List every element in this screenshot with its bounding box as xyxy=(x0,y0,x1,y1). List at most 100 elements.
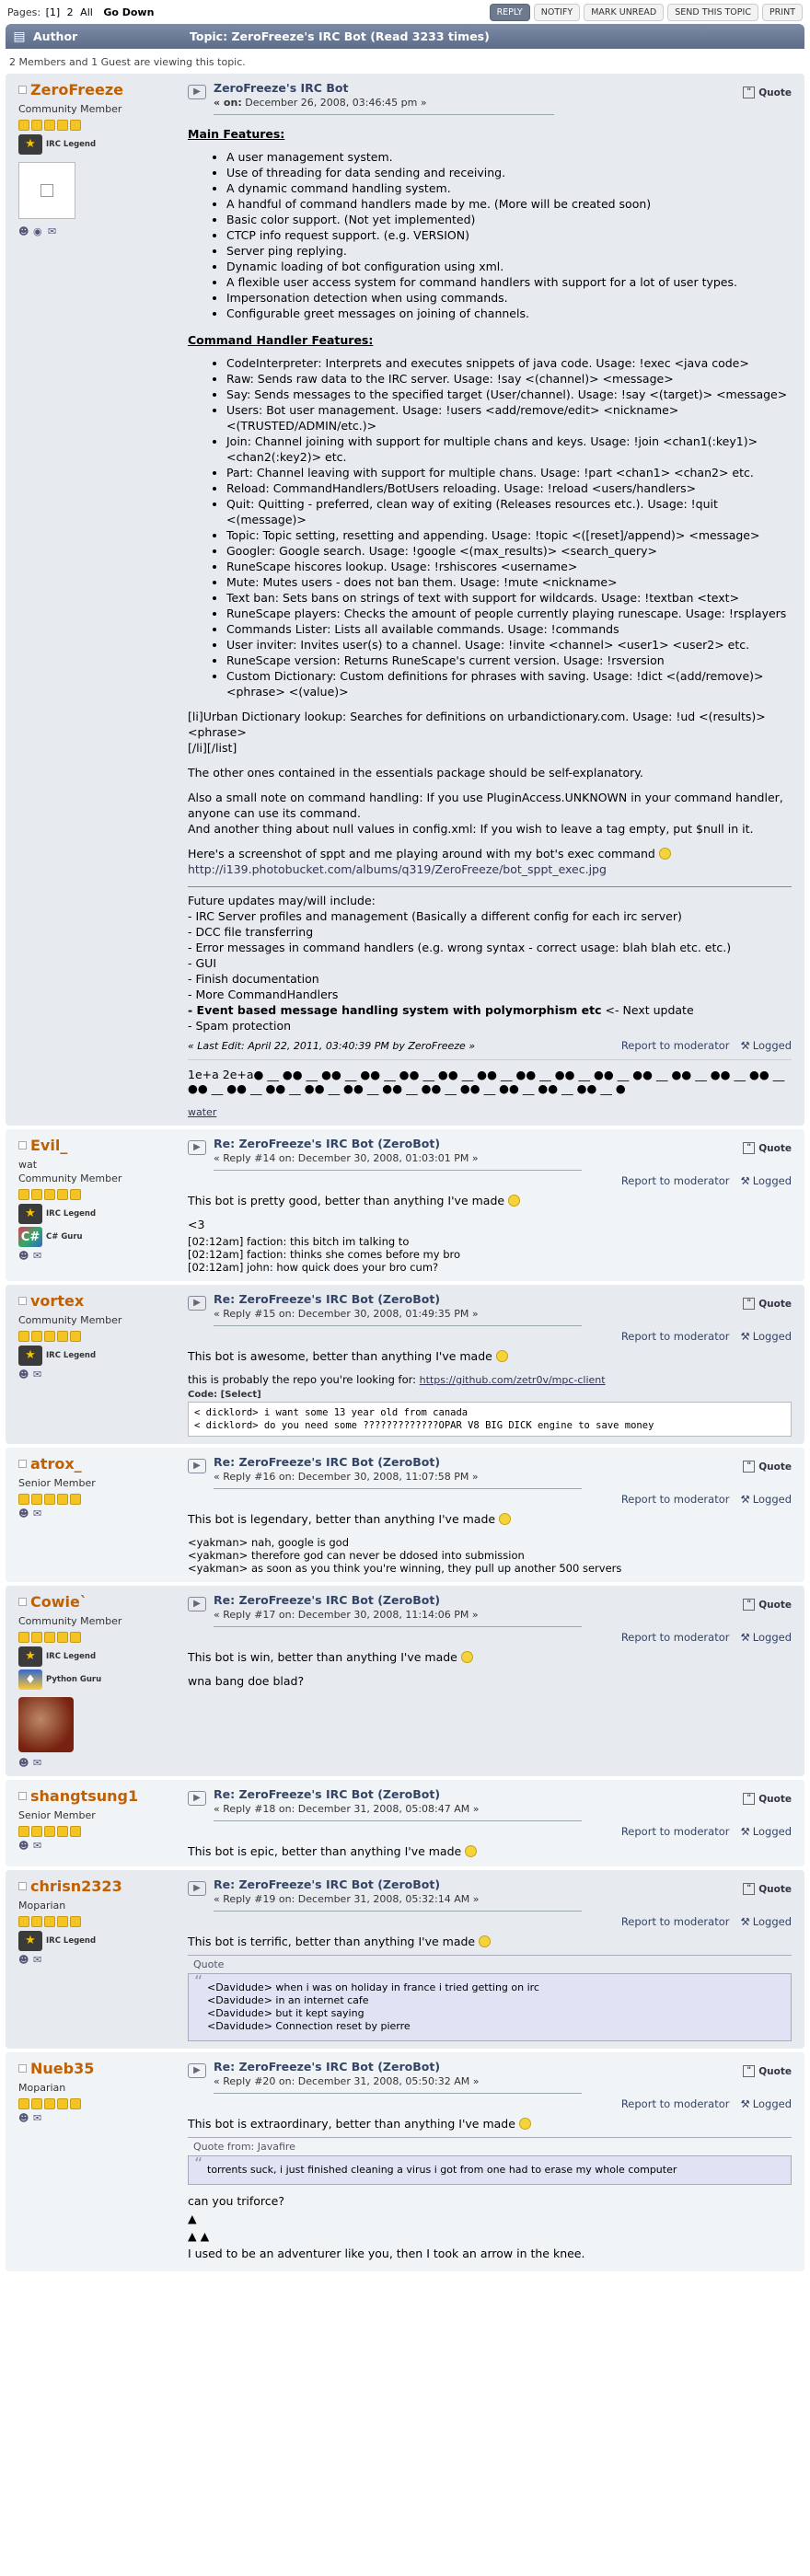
quote-button[interactable]: " Quote xyxy=(743,1793,792,1805)
page-all-link[interactable]: All xyxy=(80,6,93,18)
report-link[interactable]: Report to moderator xyxy=(621,1493,730,1506)
profile-icon[interactable]: ☻ xyxy=(18,1955,29,1966)
handler-item: Custom Dictionary: Custom definitions fo… xyxy=(226,668,792,699)
personal-message-icon[interactable]: ✉ xyxy=(33,1508,44,1519)
content-divider xyxy=(188,886,792,887)
report-link[interactable]: Report to moderator xyxy=(621,1631,730,1644)
poster-name[interactable]: atrox_ xyxy=(30,1455,82,1473)
personal-message-icon[interactable]: ✉ xyxy=(33,1369,44,1380)
profile-icon[interactable]: ☻ xyxy=(18,1251,29,1262)
report-link[interactable]: Report to moderator xyxy=(621,2097,730,2110)
post-title[interactable]: Re: ZeroFreeze's IRC Bot (ZeroBot) xyxy=(214,1593,735,1607)
profile-icon[interactable]: ☻ xyxy=(18,1841,29,1852)
poster-name[interactable]: Evil_ xyxy=(30,1137,67,1154)
quote-button[interactable]: " Quote xyxy=(743,1461,792,1473)
profile-icon[interactable]: ☻ xyxy=(18,226,29,237)
screenshot-text: Here's a screenshot of sppt and me playi… xyxy=(188,847,655,861)
post-title[interactable]: ZeroFreeze's IRC Bot xyxy=(214,81,735,95)
signature-text: 1e+a 2e+a● __ ●● __ ●● __ ●● __ ●● __ ●●… xyxy=(188,1068,785,1095)
poster-name[interactable]: Nueb35 xyxy=(30,2060,94,2077)
poster-rank: Community Member xyxy=(18,1615,122,1627)
notify-button[interactable]: NOTIFY xyxy=(533,3,581,21)
reply-button[interactable]: REPLY xyxy=(489,3,530,21)
quote-icon: " xyxy=(743,1793,756,1805)
star-icon xyxy=(31,2098,42,2109)
quote-button[interactable]: " Quote xyxy=(743,1883,792,1895)
quote-button[interactable]: " Quote xyxy=(743,1298,792,1310)
report-link[interactable]: Report to moderator xyxy=(621,1825,730,1838)
poster-info: Nueb35 Moparian ☻ ✉ xyxy=(6,2052,177,2271)
print-button[interactable]: PRINT xyxy=(761,3,803,21)
avatar xyxy=(18,162,75,219)
poster-name[interactable]: vortex xyxy=(30,1292,84,1310)
feature-item: A dynamic command handling system. xyxy=(226,180,792,196)
poster-rank: Senior Member xyxy=(18,1477,96,1489)
post-title[interactable]: Re: ZeroFreeze's IRC Bot (ZeroBot) xyxy=(214,1455,735,1469)
repo-link[interactable]: https://github.com/zetr0v/mpc-client xyxy=(420,1374,606,1386)
profile-icons: ☻ ✉ xyxy=(18,2113,171,2124)
star-icon xyxy=(70,1632,81,1643)
post-title[interactable]: Re: ZeroFreeze's IRC Bot (ZeroBot) xyxy=(214,2060,735,2074)
future-bold: - Event based message handling system wi… xyxy=(188,1003,602,1017)
quote-button[interactable]: " Quote xyxy=(743,1599,792,1611)
quote-icon: " xyxy=(743,1599,756,1611)
website-globe-icon[interactable]: ◉ xyxy=(33,226,44,237)
personal-message-icon[interactable]: ✉ xyxy=(33,1841,44,1852)
quote-button[interactable]: " Quote xyxy=(743,87,792,98)
post-date: « Reply #18 on: December 31, 2008, 05:08… xyxy=(214,1803,480,1815)
send-topic-button[interactable]: SEND THIS TOPIC xyxy=(667,3,758,21)
rank-stars xyxy=(18,1632,171,1643)
star-icon xyxy=(31,1189,42,1200)
star-icon xyxy=(44,1916,55,1927)
feature-item: A flexible user access system for comman… xyxy=(226,274,792,290)
post-title[interactable]: Re: ZeroFreeze's IRC Bot (ZeroBot) xyxy=(214,1877,735,1891)
mark-unread-button[interactable]: MARK UNREAD xyxy=(584,3,665,21)
post-title[interactable]: Re: ZeroFreeze's IRC Bot (ZeroBot) xyxy=(214,1787,735,1801)
report-link[interactable]: Report to moderator xyxy=(621,1330,730,1343)
profile-icons: ☻ ✉ xyxy=(18,1758,171,1769)
post-title[interactable]: Re: ZeroFreeze's IRC Bot (ZeroBot) xyxy=(214,1292,735,1306)
personal-message-icon[interactable]: ✉ xyxy=(33,1251,44,1262)
profile-icon[interactable]: ☻ xyxy=(18,1369,29,1380)
post-icon: ▶ xyxy=(188,1296,206,1311)
poster-name[interactable]: ZeroFreeze xyxy=(30,81,123,98)
star-icon xyxy=(18,1331,29,1342)
report-link[interactable]: Report to moderator xyxy=(621,1915,730,1928)
profile-icon[interactable]: ☻ xyxy=(18,1758,29,1769)
logged-label: Logged xyxy=(752,1039,792,1052)
report-link[interactable]: Report to moderator xyxy=(621,1174,730,1187)
signature: this is probably the repo you're looking… xyxy=(188,1371,792,1437)
topic-title: Topic: ZeroFreeze's IRC Bot (Read 3233 t… xyxy=(190,29,490,43)
handler-item: Text ban: Sets bans on strings of text w… xyxy=(226,590,792,606)
post-icon: ▶ xyxy=(188,1597,206,1611)
personal-message-icon[interactable]: ✉ xyxy=(33,2113,44,2124)
ip-logged-icon: ⚒ xyxy=(740,1825,750,1838)
poster-name[interactable]: shangtsung1 xyxy=(30,1787,138,1805)
report-link[interactable]: Report to moderator xyxy=(621,1039,730,1052)
page-2-link[interactable]: 2 xyxy=(67,6,74,18)
personal-message-icon[interactable]: ✉ xyxy=(48,226,59,237)
poster-name[interactable]: Cowie` xyxy=(30,1593,87,1611)
post-icon: ▶ xyxy=(188,1459,206,1473)
poster-name[interactable]: chrisn2323 xyxy=(30,1877,122,1895)
signature-link[interactable]: water xyxy=(188,1106,216,1118)
topic-header-bar: ▤ Author Topic: ZeroFreeze's IRC Bot (Re… xyxy=(6,24,804,49)
signature: can you triforce? ▲ ▲ ▲ I used to be an adv… xyxy=(188,2192,792,2260)
personal-message-icon[interactable]: ✉ xyxy=(33,1955,44,1966)
page-1-link[interactable]: [1] xyxy=(46,6,61,18)
badge-icon: ★ xyxy=(18,1204,42,1224)
profile-icon[interactable]: ☻ xyxy=(18,2113,29,2124)
personal-message-icon[interactable]: ✉ xyxy=(33,1758,44,1769)
star-icon xyxy=(57,1632,68,1643)
quote-button[interactable]: " Quote xyxy=(743,1142,792,1154)
divider xyxy=(214,1488,582,1489)
go-down-link[interactable]: Go Down xyxy=(103,6,154,18)
feature-item: A handful of command handlers made by me… xyxy=(226,196,792,212)
post-title[interactable]: Re: ZeroFreeze's IRC Bot (ZeroBot) xyxy=(214,1137,735,1150)
profile-icon[interactable]: ☻ xyxy=(18,1508,29,1519)
profile-icons: ☻ ✉ xyxy=(18,1508,171,1519)
ip-logged-icon: ⚒ xyxy=(740,1174,750,1187)
quote-button[interactable]: " Quote xyxy=(743,2065,792,2077)
screenshot-link[interactable]: http://i139.photobucket.com/albums/q319/… xyxy=(188,862,607,876)
date-prefix: « on: xyxy=(214,97,242,109)
